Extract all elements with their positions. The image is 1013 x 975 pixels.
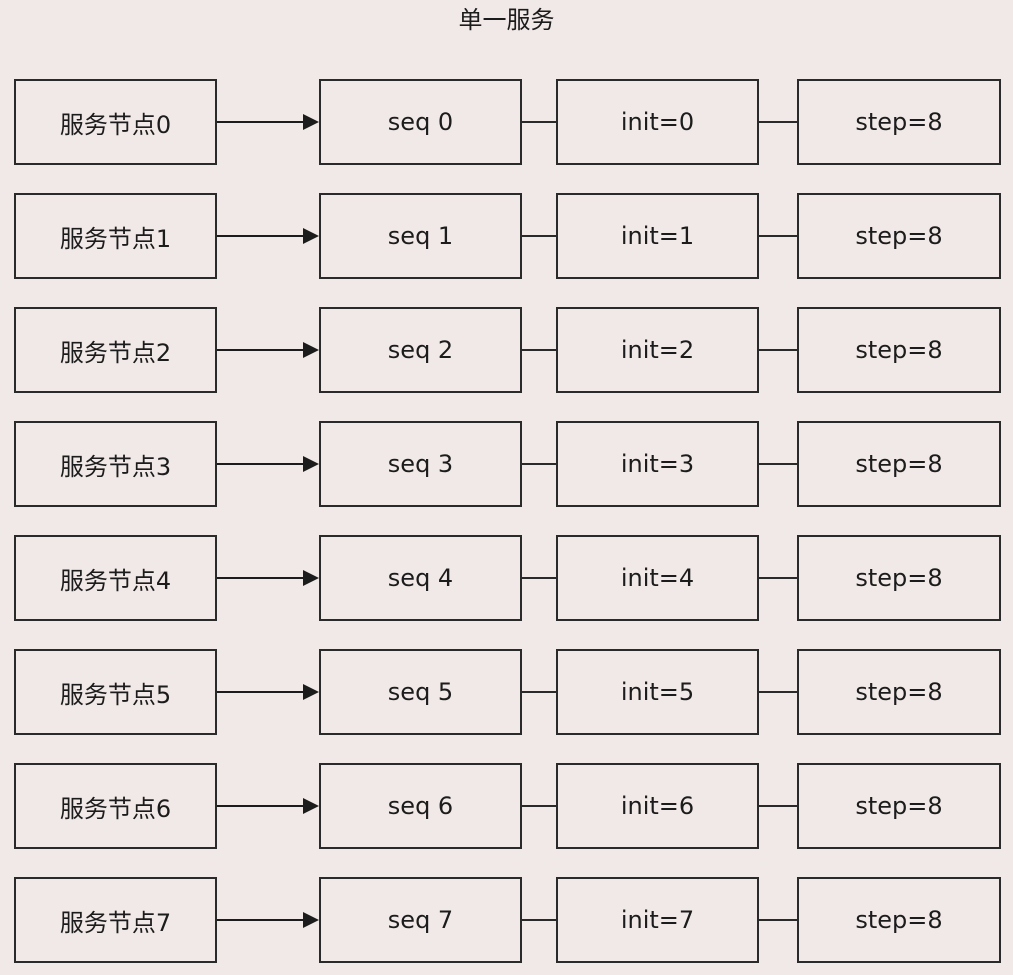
arrow-connector [217, 912, 319, 928]
arrow-connector [217, 114, 319, 130]
line-connector [522, 349, 556, 351]
line-connector [759, 805, 797, 807]
init-box: init=5 [556, 649, 759, 735]
step-box: step=8 [797, 877, 1001, 963]
arrow-connector [217, 456, 319, 472]
line-connector [759, 121, 797, 123]
diagram-row-4: 服务节点4 seq 4 init=4 step=8 [0, 535, 1013, 621]
seq-box: seq 4 [319, 535, 522, 621]
diagram-row-6: 服务节点6 seq 6 init=6 step=8 [0, 763, 1013, 849]
seq-box: seq 3 [319, 421, 522, 507]
diagram-row-5: 服务节点5 seq 5 init=5 step=8 [0, 649, 1013, 735]
arrow-connector [217, 684, 319, 700]
init-box: init=3 [556, 421, 759, 507]
line-connector [522, 919, 556, 921]
line-connector [759, 919, 797, 921]
init-box: init=7 [556, 877, 759, 963]
arrow-connector [217, 798, 319, 814]
diagram-row-1: 服务节点1 seq 1 init=1 step=8 [0, 193, 1013, 279]
init-box: init=4 [556, 535, 759, 621]
step-box: step=8 [797, 763, 1001, 849]
arrow-head-icon [303, 342, 319, 358]
line-connector [522, 235, 556, 237]
step-box: step=8 [797, 193, 1001, 279]
seq-box: seq 0 [319, 79, 522, 165]
line-connector [522, 121, 556, 123]
line-connector [522, 805, 556, 807]
line-connector [759, 463, 797, 465]
service-node-box: 服务节点7 [14, 877, 217, 963]
line-connector [522, 577, 556, 579]
arrow-head-icon [303, 684, 319, 700]
seq-box: seq 7 [319, 877, 522, 963]
init-box: init=1 [556, 193, 759, 279]
diagram-row-7: 服务节点7 seq 7 init=7 step=8 [0, 877, 1013, 963]
arrow-head-icon [303, 798, 319, 814]
step-box: step=8 [797, 307, 1001, 393]
step-box: step=8 [797, 535, 1001, 621]
arrow-head-icon [303, 228, 319, 244]
service-node-box: 服务节点1 [14, 193, 217, 279]
arrow-connector [217, 570, 319, 586]
step-box: step=8 [797, 79, 1001, 165]
diagram-row-0: 服务节点0 seq 0 init=0 step=8 [0, 79, 1013, 165]
arrow-head-icon [303, 570, 319, 586]
diagram-title: 单一服务 [458, 6, 555, 34]
step-box: step=8 [797, 649, 1001, 735]
arrow-connector [217, 228, 319, 244]
step-box: step=8 [797, 421, 1001, 507]
seq-box: seq 2 [319, 307, 522, 393]
line-connector [759, 349, 797, 351]
arrow-head-icon [303, 114, 319, 130]
service-node-box: 服务节点3 [14, 421, 217, 507]
seq-box: seq 6 [319, 763, 522, 849]
init-box: init=0 [556, 79, 759, 165]
service-node-box: 服务节点0 [14, 79, 217, 165]
line-connector [522, 691, 556, 693]
seq-box: seq 1 [319, 193, 522, 279]
line-connector [522, 463, 556, 465]
init-box: init=2 [556, 307, 759, 393]
seq-box: seq 5 [319, 649, 522, 735]
diagram-row-3: 服务节点3 seq 3 init=3 step=8 [0, 421, 1013, 507]
line-connector [759, 235, 797, 237]
arrow-head-icon [303, 456, 319, 472]
service-node-box: 服务节点2 [14, 307, 217, 393]
line-connector [759, 691, 797, 693]
line-connector [759, 577, 797, 579]
arrow-connector [217, 342, 319, 358]
diagram-row-2: 服务节点2 seq 2 init=2 step=8 [0, 307, 1013, 393]
arrow-head-icon [303, 912, 319, 928]
service-node-box: 服务节点5 [14, 649, 217, 735]
service-node-box: 服务节点4 [14, 535, 217, 621]
init-box: init=6 [556, 763, 759, 849]
service-node-box: 服务节点6 [14, 763, 217, 849]
